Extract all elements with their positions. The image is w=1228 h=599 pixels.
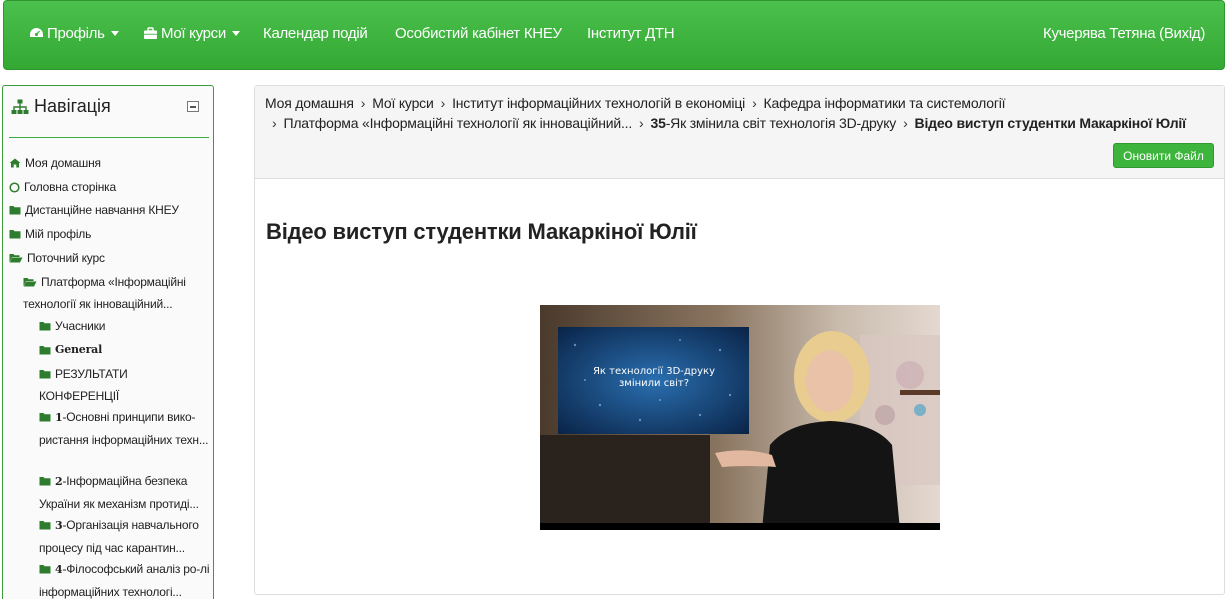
slide-text-line-2: змінили світ? [619,377,689,389]
folder-icon [39,322,51,331]
nav-item-text-wrap: 3-Організація навчального процесу під ча… [39,514,211,559]
breadcrumb-line-2: › Платформа «Інформаційні технології як і… [265,115,1186,131]
briefcase-icon [144,27,157,39]
nav-item-section-3[interactable]: 3-Організація навчального процесу під ча… [39,514,211,559]
nav-item-text-wrap: Платформа «Інформаційні технології як ін… [23,271,211,315]
nav-item-section-1[interactable]: 1-Основні принципи вико-ристання інформа… [39,406,209,451]
nav-item-label: -Основні принципи вико-ристання інформац… [39,410,209,447]
folder-icon [9,230,21,239]
nav-courses-menu[interactable]: Мої курси [143,25,240,42]
breadcrumb-section-number: 35 [650,115,666,131]
sitemap-icon [11,99,29,114]
breadcrumb-separator-icon: › [903,115,908,131]
nav-profile-menu[interactable]: Профіль [29,25,119,42]
nav-item-label: General [55,343,103,356]
nav-item-label: Дистанційне навчання КНЕУ [25,203,179,217]
breadcrumb: Моя домашня › Мої курси › Інститут інформаці… [265,95,1006,111]
navigation-block: Навігація Моя домашня Головна сторінка Д… [2,85,214,599]
folder-open-icon [23,278,37,287]
nav-item-current-course[interactable]: Поточний курс [9,247,105,269]
breadcrumb-separator-icon: › [440,95,446,111]
nav-profile-label: Профіль [47,25,105,42]
breadcrumb-separator-icon: › [639,115,644,131]
nav-item-label: РЕЗУЛЬТАТИ КОНФЕРЕНЦІЇ [39,367,128,403]
main-region: Моя домашня › Мої курси › Інститут інформаці… [254,85,1225,595]
nav-item-label: -Організація навчального процесу під час… [39,518,199,555]
breadcrumb-separator-icon: › [752,95,757,111]
nav-item-text-wrap: 1-Основні принципи вико-ристання інформа… [39,406,209,451]
breadcrumb-department[interactable]: Кафедра інформатики та системології [764,95,1006,111]
breadcrumb-section[interactable]: 35-Як змінила світ технологія 3D-друку [651,115,897,131]
circle-icon [9,182,20,193]
nav-calendar-label: Календар подій [263,25,368,42]
nav-item-main-page[interactable]: Головна сторінка [9,176,116,198]
nav-item-label: Поточний курс [27,251,105,265]
navigation-title: Навігація [34,96,111,116]
nav-item-section-4[interactable]: 4-Філософський аналіз ро-лі інформаційни… [39,558,211,599]
nav-item-text-wrap: 4-Філософський аналіз ро-лі інформаційни… [39,558,211,599]
user-name: Кучерява Тетяна (Вихід) [1043,25,1206,42]
chevron-down-icon [110,31,119,36]
user-logout-link[interactable]: Кучерява Тетяна (Вихід) [1043,25,1205,42]
home-icon [9,158,21,168]
breadcrumb-separator-icon: › [360,95,366,111]
folder-open-icon [9,254,23,263]
nav-item-label: Головна сторінка [24,180,116,194]
nav-item-my-profile[interactable]: Мій профіль [9,223,91,245]
nav-item-text-wrap: 2-Інформаційна безпека України як механі… [39,470,211,515]
nav-item-label: Платформа «Інформаційні технології як ін… [23,275,186,311]
nav-item-label: -Філософський аналіз ро-лі інформаційних… [39,562,210,599]
navigation-title-wrap: Навігація [11,96,111,117]
nav-courses-label: Мої курси [161,25,226,42]
folder-icon [39,521,51,530]
nav-cabinet-link[interactable]: Особистий кабінет КНЕУ [395,25,562,42]
top-navbar: Профіль Мої курси Календар подій Особист… [3,0,1225,70]
slide-text-line-1: Як технології 3D-друку [593,365,715,377]
nav-item-text-wrap: РЕЗУЛЬТАТИ КОНФЕРЕНЦІЇ [39,363,209,407]
folder-icon [39,413,51,422]
chevron-down-icon [231,31,240,36]
navigation-block-header: Навігація [9,96,209,138]
nav-item-section-2[interactable]: 2-Інформаційна безпека України як механі… [39,470,211,515]
nav-item-label: -Інформаційна безпека України як механіз… [39,474,199,511]
nav-item-general[interactable]: General [39,339,102,361]
folder-icon [39,565,51,574]
nav-item-platform[interactable]: Платформа «Інформаційні технології як ін… [23,271,211,315]
folder-icon [39,370,51,379]
breadcrumb-institute[interactable]: Інститут інформаційних технологій в екон… [452,95,745,111]
nav-item-results[interactable]: РЕЗУЛЬТАТИ КОНФЕРЕНЦІЇ [39,363,209,407]
nav-item-label: Моя домашня [25,156,101,170]
nav-item-participants[interactable]: Учасники [39,315,105,337]
collapse-icon[interactable] [187,101,199,112]
folder-icon [39,346,51,355]
nav-item-home[interactable]: Моя домашня [9,152,101,174]
video-player[interactable]: Як технології 3D-друку змінили світ? [540,305,940,530]
breadcrumb-section-label: -Як змінила світ технологія 3D-друку [665,115,897,131]
breadcrumb-current: Відео виступ студентки Макаркіної Юлії [914,115,1186,131]
page-title: Відео виступ студентки Макаркіної Юлії [266,219,697,244]
nav-calendar-link[interactable]: Календар подій [263,25,368,42]
nav-institute-link[interactable]: Інститут ДТН [587,25,675,42]
dashboard-icon [30,28,43,37]
nav-item-label: Учасники [55,319,106,333]
breadcrumb-platform[interactable]: Платформа «Інформаційні технології як ін… [283,115,632,131]
nav-item-label: Мій профіль [25,227,92,241]
breadcrumb-my-courses[interactable]: Мої курси [372,95,434,111]
update-file-button[interactable]: Оновити Файл [1113,143,1214,168]
folder-icon [9,206,21,215]
nav-institute-label: Інститут ДТН [587,25,675,42]
breadcrumb-home[interactable]: Моя домашня [265,95,354,111]
breadcrumb-separator-icon: › [272,115,277,131]
page-header: Моя домашня › Мої курси › Інститут інформаці… [255,86,1224,179]
nav-item-distance[interactable]: Дистанційне навчання КНЕУ [9,199,179,221]
video-frame: Як технології 3D-друку змінили світ? [540,305,940,530]
folder-icon [39,477,51,486]
nav-cabinet-label: Особистий кабінет КНЕУ [395,25,562,42]
